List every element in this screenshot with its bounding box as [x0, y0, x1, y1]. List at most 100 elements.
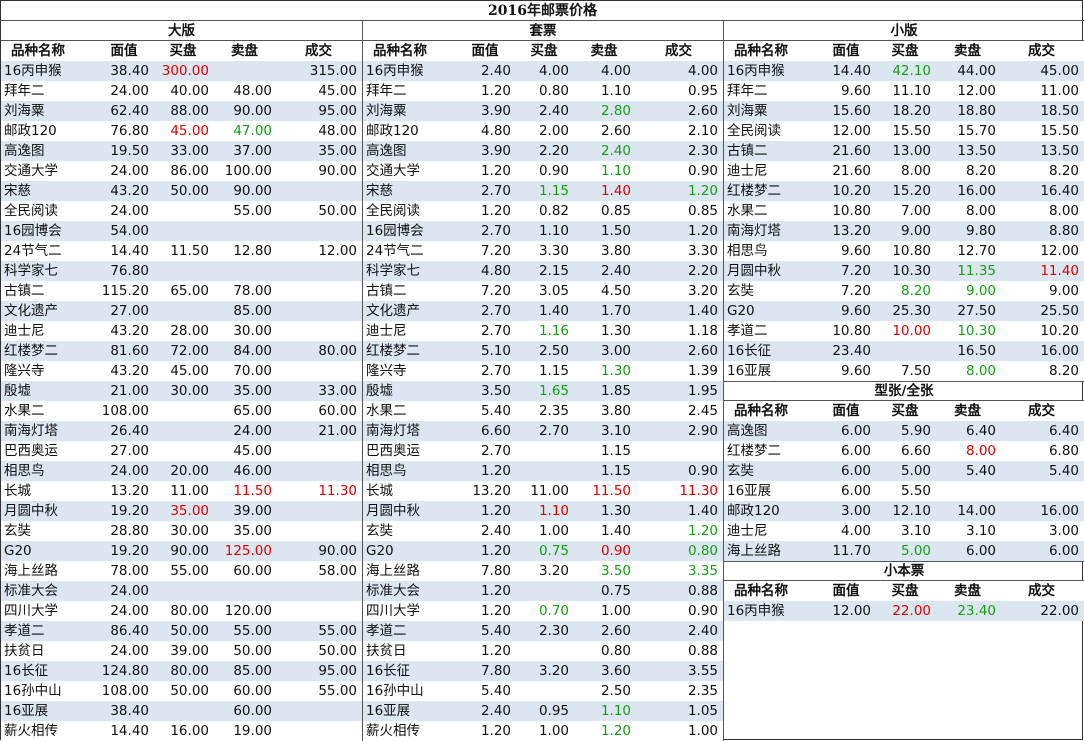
- cell-bid: 1.10: [538, 223, 569, 239]
- column-header-name: 品种名称: [373, 43, 427, 59]
- cell-ask: 1.10: [600, 83, 631, 99]
- column-header-row: 品种名称 面值 买盘 卖盘 成交: [724, 41, 1084, 61]
- cell-ask: 1.15: [600, 463, 631, 479]
- table-row: 南海灯塔 26.40 24.00 21.00: [1, 421, 362, 441]
- cell-deal: [276, 461, 361, 481]
- cell-face: 54.00: [110, 223, 149, 239]
- cell-deal: 1.20: [687, 183, 718, 199]
- table-row: 16园博会 54.00: [1, 221, 362, 241]
- cell-face: 10.20: [832, 183, 871, 199]
- cell-deal: [276, 601, 361, 621]
- cell-name: 红楼梦二: [366, 343, 420, 359]
- cell-face: 24.00: [110, 643, 149, 659]
- cell-ask: 3.00: [600, 343, 631, 359]
- column-header-ask: 卖盘: [590, 43, 618, 59]
- cell-bid: 28.00: [170, 323, 209, 339]
- column-header-name: 品种名称: [11, 43, 65, 59]
- cell-face: 1.20: [480, 463, 511, 479]
- cell-name: 拜年二: [4, 83, 45, 99]
- cell-name: 文化遗产: [366, 303, 420, 319]
- cell-name: 孝道二: [727, 323, 768, 339]
- cell-bid: [153, 421, 213, 441]
- cell-ask: 3.80: [600, 243, 631, 259]
- cell-ask: 13.50: [957, 143, 996, 159]
- cell-name: 16亚展: [366, 703, 411, 719]
- cell-deal: 0.88: [687, 643, 718, 659]
- cell-ask: [935, 481, 1000, 501]
- cell-deal: 8.80: [1048, 223, 1079, 239]
- cell-face: 1.20: [480, 603, 511, 619]
- cell-ask: 1.15: [600, 443, 631, 459]
- sheet-title: 2016年邮票价格: [1, 1, 1084, 21]
- cell-face: 4.80: [480, 263, 511, 279]
- cell-name: 高逸图: [4, 143, 45, 159]
- cell-ask: 60.00: [233, 683, 272, 699]
- cell-deal: 13.50: [1040, 143, 1079, 159]
- cell-deal: 11.30: [679, 483, 718, 499]
- cell-ask: 16.50: [957, 343, 996, 359]
- cell-name: 巴西奥运: [4, 443, 58, 459]
- cell-ask: 0.90: [600, 543, 631, 559]
- cell-face: 2.70: [480, 303, 511, 319]
- cell-face: 1.20: [480, 543, 511, 559]
- cell-bid: 8.00: [900, 163, 931, 179]
- cell-bid: [153, 201, 213, 221]
- cell-deal: 90.00: [318, 163, 357, 179]
- section-set: 套票 品种名称 面值 买盘 卖盘 成交 16丙申猴 2.40 4.00 4.00 4.00 拜年二 1.…: [363, 21, 723, 741]
- cell-deal: 1.39: [687, 363, 718, 379]
- cell-deal: 11.40: [1040, 263, 1079, 279]
- table-row: 16孙中山 108.00 50.00 60.00 55.00: [1, 681, 362, 701]
- cell-ask: 1.70: [600, 303, 631, 319]
- cell-bid: 88.00: [170, 103, 209, 119]
- column-header-ask: 卖盘: [954, 43, 981, 59]
- table-row: 邮政120 4.80 2.00 2.60 2.10: [363, 121, 723, 141]
- cell-face: 7.20: [840, 283, 871, 299]
- cell-face: 7.80: [480, 563, 511, 579]
- cell-bid: 42.10: [892, 63, 931, 79]
- cell-bid: 1.00: [538, 523, 569, 539]
- table-row: 高逸图 6.00 5.90 6.40 6.40: [724, 421, 1084, 441]
- cell-ask: 48.00: [233, 83, 272, 99]
- cell-deal: [276, 221, 361, 241]
- cell-deal: [276, 361, 361, 381]
- cell-name: 南海灯塔: [727, 223, 781, 239]
- cell-name: 24节气二: [366, 243, 424, 259]
- cell-name: 玄奘: [4, 523, 31, 539]
- cell-name: 玄奘: [727, 283, 754, 299]
- cell-bid: 11.10: [892, 83, 931, 99]
- table-row: 水果二 108.00 65.00 60.00: [1, 401, 362, 421]
- cell-ask: 14.00: [957, 503, 996, 519]
- cell-name: 科学家七: [366, 263, 420, 279]
- cell-bid: 22.00: [892, 603, 931, 619]
- cell-ask: 8.00: [965, 363, 996, 379]
- cell-bid: 72.00: [170, 343, 209, 359]
- cell-bid: 1.15: [538, 363, 569, 379]
- table-row: 四川大学 1.20 0.70 1.00 0.90: [363, 601, 723, 621]
- cell-deal: 48.00: [318, 123, 357, 139]
- cell-bid: 16.00: [170, 723, 209, 739]
- cell-bid: [153, 401, 213, 421]
- table-row: 薪火相传 14.40 16.00 19.00: [1, 721, 362, 741]
- cell-name: G20: [4, 543, 32, 559]
- cell-name: 红楼梦二: [4, 343, 58, 359]
- table-row: 16亚展 6.00 5.50: [724, 481, 1084, 501]
- cell-face: 24.00: [110, 163, 149, 179]
- cell-face: 15.60: [832, 103, 871, 119]
- table-row: 玄奘 28.80 30.00 35.00: [1, 521, 362, 541]
- table-row: 拜年二 24.00 40.00 48.00 45.00: [1, 81, 362, 101]
- cell-ask: 55.00: [233, 623, 272, 639]
- table-row: 殷墟 21.00 30.00 35.00 33.00: [1, 381, 362, 401]
- cell-face: 81.60: [110, 343, 149, 359]
- cell-deal: 0.95: [687, 83, 718, 99]
- cell-name: 月圆中秋: [4, 503, 58, 519]
- cell-deal: 6.80: [1048, 443, 1079, 459]
- cell-face: 10.80: [832, 323, 871, 339]
- cell-face: 19.50: [110, 143, 149, 159]
- cell-deal: 3.00: [1048, 523, 1079, 539]
- table-row: 16孙中山 5.40 2.50 2.35: [363, 681, 723, 701]
- cell-face: 4.80: [480, 123, 511, 139]
- cell-ask: 3.10: [965, 523, 996, 539]
- cell-ask: 12.80: [233, 243, 272, 259]
- cell-name: 南海灯塔: [4, 423, 58, 439]
- cell-face: 27.00: [110, 443, 149, 459]
